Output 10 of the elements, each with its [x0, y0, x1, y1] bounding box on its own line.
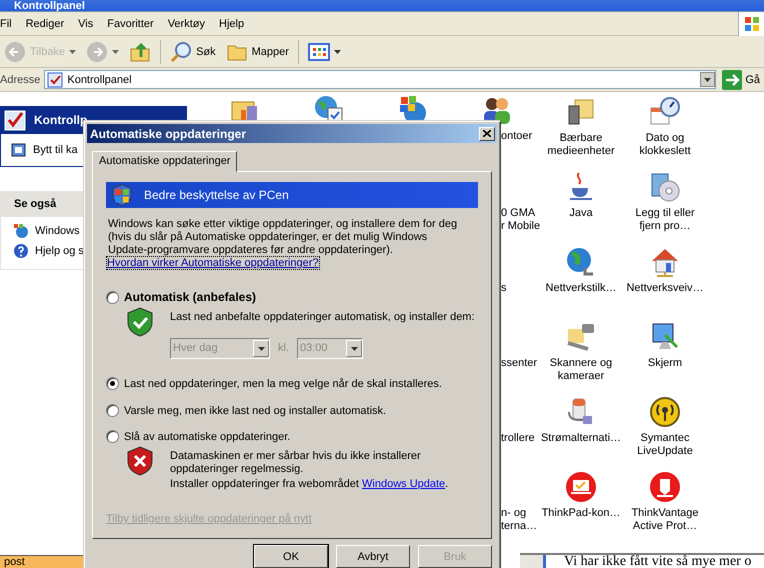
option-description: Last ned anbefalte oppdateringer automatisk, og installer dem: — [170, 311, 475, 324]
dialog-title: Automatiske oppdateringer — [90, 126, 246, 140]
address-label: Adresse — [0, 74, 40, 86]
intro-text: Windows kan søke etter viktige oppdateringer, og installere dem for deg (hvis du slår på Automatiske oppdateringer, er det mulig Windows Update-programvare oppdateres før andre oppdateringer). — [107, 218, 458, 257]
page-text: Vi har ikke fått vite så mye mer o — [563, 555, 752, 568]
install-text: Installer oppdateringer fra webområdet Windows Update. — [170, 478, 450, 491]
time-label: kl. — [278, 342, 289, 355]
task-panel-title: Kontrollp — [34, 113, 88, 127]
window-title: Kontrollpanel — [13, 0, 85, 12]
warning-text: Datamaskinen er mer sårbar hvis du ikke installerer oppdateringer regelmessig. — [170, 450, 422, 476]
